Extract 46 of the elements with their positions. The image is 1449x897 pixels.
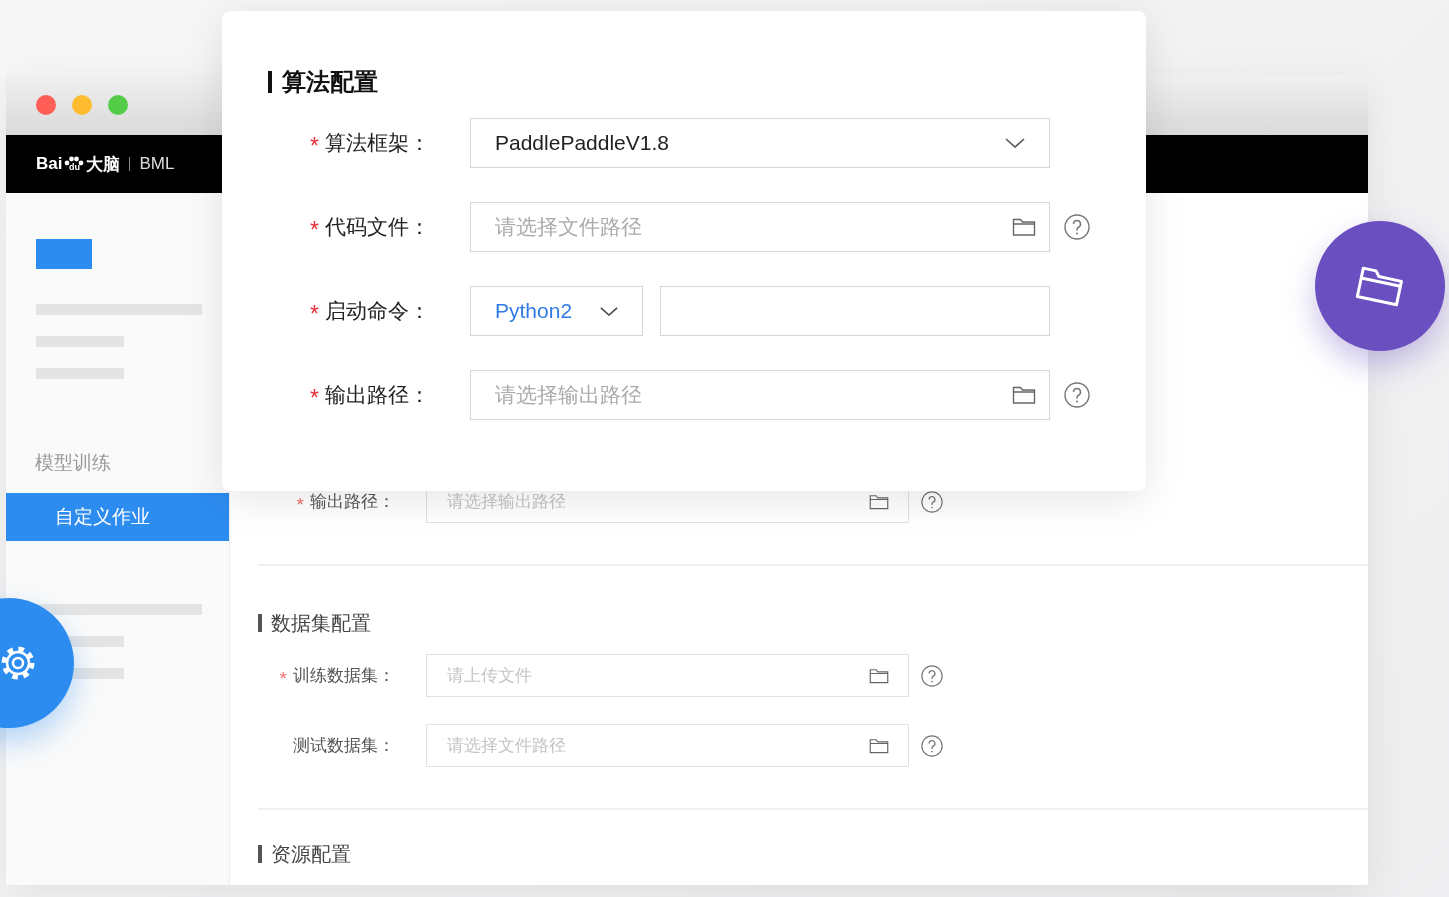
field-label: 输出路径： bbox=[325, 382, 430, 408]
field-label: 训练数据集： bbox=[293, 665, 395, 687]
help-icon[interactable] bbox=[1064, 214, 1090, 240]
field-label: 输出路径： bbox=[310, 491, 395, 513]
maximize-dot[interactable] bbox=[108, 95, 128, 115]
path-field[interactable]: 请选择文件路径 bbox=[426, 724, 909, 767]
folder-icon[interactable] bbox=[869, 493, 889, 510]
field-label: 启动命令： bbox=[325, 298, 430, 324]
help-icon[interactable] bbox=[1064, 382, 1090, 408]
brand-name: du bbox=[68, 163, 80, 172]
folder-icon[interactable] bbox=[869, 737, 889, 754]
field-label: 算法框架： bbox=[325, 130, 430, 156]
product-name: BML bbox=[139, 154, 175, 174]
interpreter-select[interactable]: Python2 bbox=[470, 286, 643, 336]
required-mark: * bbox=[310, 386, 319, 410]
help-icon[interactable] bbox=[921, 734, 943, 757]
required-mark: * bbox=[279, 669, 287, 688]
minimize-dot[interactable] bbox=[72, 95, 92, 115]
chevron-down-icon bbox=[1005, 138, 1025, 148]
brand-name: 大脑 bbox=[86, 153, 121, 176]
path-field[interactable]: 请上传文件 bbox=[426, 654, 909, 697]
required-mark: * bbox=[310, 302, 319, 326]
help-icon[interactable] bbox=[921, 664, 943, 687]
close-dot[interactable] bbox=[36, 95, 56, 115]
help-icon[interactable] bbox=[921, 490, 943, 513]
folder-icon[interactable] bbox=[1012, 385, 1036, 405]
required-mark: * bbox=[310, 218, 319, 242]
nav-group-label: 模型训练 bbox=[35, 451, 112, 475]
required-mark: * bbox=[310, 134, 319, 158]
section-title: 算法配置 bbox=[282, 67, 378, 97]
chevron-down-icon bbox=[600, 306, 618, 316]
framework-select[interactable]: PaddlePaddleV1.8 bbox=[470, 118, 1050, 168]
section-title: 数据集配置 bbox=[271, 610, 371, 636]
path-field[interactable]: 请选择文件路径 bbox=[470, 202, 1050, 252]
brand-name: Bai bbox=[36, 154, 63, 174]
folder-icon bbox=[1355, 264, 1405, 308]
field-label: 测试数据集： bbox=[293, 735, 395, 757]
section-title: 资源配置 bbox=[271, 841, 351, 867]
folder-icon[interactable] bbox=[869, 667, 889, 684]
field-label: 代码文件： bbox=[325, 214, 430, 240]
nav-item[interactable]: 自定义作业 bbox=[6, 493, 229, 541]
path-field[interactable]: 请选择输出路径 bbox=[470, 370, 1050, 420]
required-mark: * bbox=[296, 495, 304, 514]
placeholder-block bbox=[36, 239, 92, 269]
command-field[interactable] bbox=[660, 286, 1050, 336]
folder-icon[interactable] bbox=[1012, 217, 1036, 237]
